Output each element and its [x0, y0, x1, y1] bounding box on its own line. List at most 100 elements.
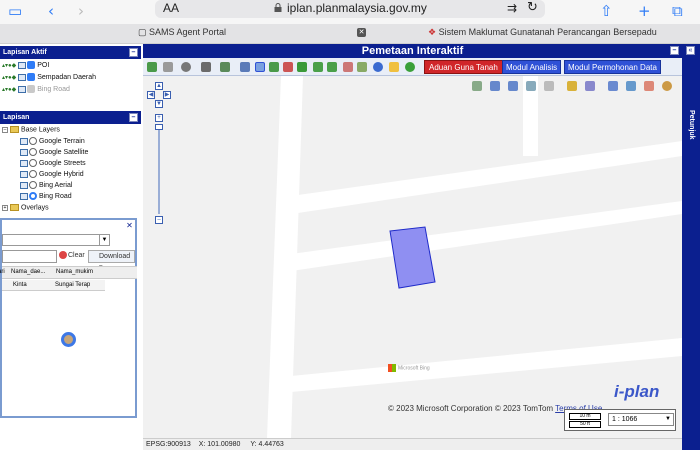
x-coordinate: X: 101.00980: [198, 441, 241, 448]
checkbox-icon[interactable]: [27, 85, 36, 93]
layer-controls-icon[interactable]: ▴▾●◆: [2, 74, 16, 81]
info-icon[interactable]: [373, 62, 383, 72]
copyright-text: © 2023 Microsoft Corporation © 2023 TomT…: [388, 404, 554, 413]
collapse-button[interactable]: –: [129, 113, 138, 122]
zoom-dropdown-icon[interactable]: [181, 62, 191, 72]
column-header[interactable]: Nama_dae...: [11, 269, 45, 275]
pan-down-icon[interactable]: ▼: [155, 100, 163, 108]
reader-text-size[interactable]: AA: [163, 1, 179, 15]
base-layer-google-streets[interactable]: Google Streets: [20, 159, 86, 170]
overlays-folder[interactable]: + Overlays: [2, 204, 49, 215]
base-layer-bing-aerial[interactable]: Bing Aerial: [20, 181, 72, 192]
layers-dropdown-icon[interactable]: [163, 62, 173, 72]
column-header[interactable]: Nama_mukim: [56, 269, 93, 275]
full-extent-icon[interactable]: [297, 62, 307, 72]
identify-icon[interactable]: [389, 62, 399, 72]
base-layer-bing-road[interactable]: Bing Road: [20, 192, 72, 203]
previous-extent-icon[interactable]: [313, 62, 323, 72]
zoom-slider-track[interactable]: [158, 124, 160, 214]
reader-icon[interactable]: ⇉: [507, 1, 517, 15]
modul-analisis-button[interactable]: Modul Analisis: [502, 60, 562, 74]
save-icon[interactable]: [240, 62, 250, 72]
active-layer-poi[interactable]: ▴▾●◆ POI: [2, 61, 49, 72]
measure-icon[interactable]: [343, 62, 353, 72]
base-layer-google-terrain[interactable]: Google Terrain: [20, 137, 85, 148]
map-canvas[interactable]: ▲ ◀ ▶ ▼ + – Microsoft Bing i-plan © 2023…: [143, 76, 682, 438]
close-icon[interactable]: ✕: [125, 221, 134, 230]
url-text[interactable]: iplan.planmalaysia.gov.my: [287, 1, 427, 15]
expand-tree-icon[interactable]: +: [2, 204, 8, 211]
active-layers-header: Lapisan Aktif –: [0, 46, 141, 59]
pencil-icon[interactable]: [567, 81, 577, 91]
back-icon[interactable]: ‹: [48, 2, 54, 20]
close-tab-icon[interactable]: ✕: [357, 28, 366, 37]
collapse-button[interactable]: –: [670, 46, 679, 55]
map-view-icon[interactable]: [220, 62, 230, 72]
tab-sams-label: SAMS Agent Portal: [149, 27, 227, 37]
next-extent-icon[interactable]: [327, 62, 337, 72]
scale-select[interactable]: 1 : 1066 ▼: [608, 413, 674, 426]
tabs-overview-icon[interactable]: ⧉: [672, 2, 683, 20]
download-button[interactable]: Download ▾: [88, 250, 135, 271]
zoom-out-tool-icon[interactable]: [283, 62, 293, 72]
radio-icon[interactable]: [29, 170, 37, 178]
collapse-tree-icon[interactable]: –: [2, 126, 8, 133]
checkbox-icon[interactable]: [27, 61, 36, 69]
clear-drawing-icon[interactable]: [544, 81, 554, 91]
aduan-guna-tanah-button[interactable]: Aduan Guna Tanah: [424, 60, 503, 74]
collapse-button[interactable]: «: [686, 46, 695, 55]
draw-point-icon[interactable]: [472, 81, 482, 91]
base-layer-google-hybrid[interactable]: Google Hybrid: [20, 170, 84, 181]
tab-iplan[interactable]: ❖ Sistem Maklumat Gunatanah Perancangan …: [428, 27, 657, 38]
address-bar[interactable]: AA iplan.planmalaysia.gov.my ⇉ ↻: [155, 0, 545, 18]
browser-toolbar: ▭ ‹ › AA iplan.planmalaysia.gov.my ⇉ ↻ ⇧…: [0, 0, 700, 24]
select-feature-icon[interactable]: [608, 81, 618, 91]
zoom-out-icon[interactable]: –: [155, 216, 163, 224]
select-icon[interactable]: [357, 62, 367, 72]
share-icon[interactable]: ⇧: [600, 2, 613, 20]
zoom-in-tool-icon[interactable]: [269, 62, 279, 72]
zoom-in-icon[interactable]: +: [155, 114, 163, 122]
collapse-button[interactable]: –: [129, 48, 138, 57]
radio-icon[interactable]: [29, 159, 37, 167]
tab-sams[interactable]: ▢ SAMS Agent Portal: [138, 27, 226, 38]
home-icon[interactable]: [147, 62, 157, 72]
grid-dropdown-icon[interactable]: [201, 62, 211, 72]
layer-controls-icon[interactable]: ▴▾●◆: [2, 86, 16, 93]
base-layer-google-satellite[interactable]: Google Satellite: [20, 148, 88, 159]
radio-icon[interactable]: [29, 137, 37, 145]
draw-polygon-icon[interactable]: [508, 81, 518, 91]
query-layer-select[interactable]: ▼: [2, 234, 110, 246]
move-icon[interactable]: [626, 81, 636, 91]
layer-controls-icon[interactable]: ▴▾●◆: [2, 62, 16, 69]
column-header[interactable]: ari: [0, 269, 5, 275]
petunjuk-label[interactable]: Petunjuk: [688, 110, 695, 140]
draw-line-icon[interactable]: [490, 81, 500, 91]
export-icon[interactable]: [662, 81, 672, 91]
pan-tool-icon[interactable]: [255, 62, 265, 72]
edit-shape-icon[interactable]: [526, 81, 536, 91]
layer-icon: [20, 148, 28, 156]
table-row[interactable]: Kinta Sungai Terap: [2, 280, 105, 291]
zoom-slider-handle[interactable]: [155, 124, 163, 130]
radio-selected-icon[interactable]: [29, 192, 37, 200]
modify-icon[interactable]: [585, 81, 595, 91]
refresh-icon[interactable]: [405, 62, 415, 72]
radio-icon[interactable]: [29, 148, 37, 156]
new-tab-icon[interactable]: +: [638, 2, 651, 20]
active-layer-bing-road[interactable]: ▴▾●◆ Bing Road: [2, 85, 70, 96]
query-input[interactable]: [2, 250, 57, 263]
sidebar-icon[interactable]: ▭: [8, 2, 22, 20]
reload-icon[interactable]: ↻: [527, 0, 538, 15]
forward-icon[interactable]: ›: [78, 2, 84, 20]
base-layer-label: Bing Aerial: [38, 181, 73, 189]
base-layer-label: Google Satellite: [38, 148, 89, 156]
delete-feature-icon[interactable]: [644, 81, 654, 91]
active-layer-sempadan[interactable]: ▴▾●◆ Sempadan Daerah: [2, 73, 96, 84]
modul-permohonan-data-button[interactable]: Modul Permohonan Data: [564, 60, 661, 74]
radio-icon[interactable]: [29, 181, 37, 189]
checkbox-icon[interactable]: [27, 73, 36, 81]
base-layers-folder[interactable]: – Base Layers: [2, 126, 60, 137]
clear-button[interactable]: Clear: [59, 251, 85, 259]
chevron-down-icon: ▼: [99, 235, 109, 245]
